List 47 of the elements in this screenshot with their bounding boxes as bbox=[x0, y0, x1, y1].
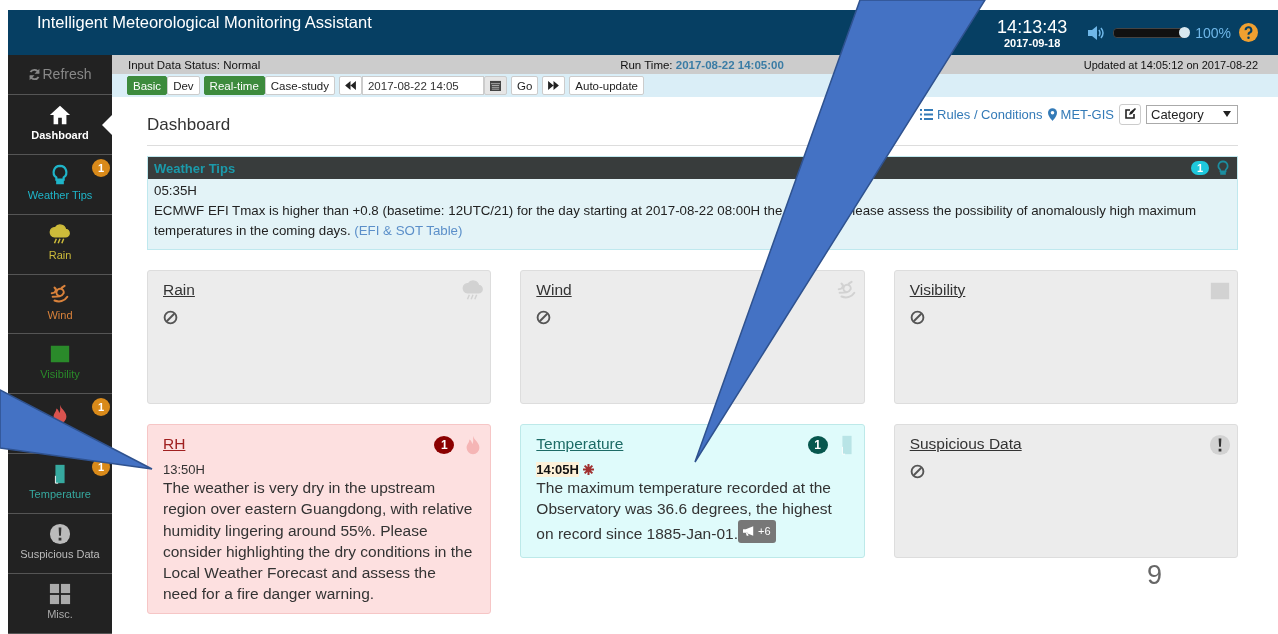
card-title[interactable]: Rain bbox=[163, 281, 195, 299]
rules-link[interactable]: Rules / Conditions bbox=[920, 106, 1043, 122]
nav-label: Temperature bbox=[29, 488, 91, 501]
input-status: Input Data Status: Normal bbox=[128, 58, 261, 71]
source-toggle[interactable]: Real-time bbox=[203, 76, 265, 95]
count-badge: 1 bbox=[92, 158, 110, 177]
entry-time: 13:50H bbox=[163, 462, 205, 477]
slide-number: 9 bbox=[1147, 560, 1163, 591]
card-title[interactable]: Visibility bbox=[909, 281, 966, 299]
clock-date: 2017-09-18 bbox=[1004, 36, 1061, 49]
nav-label: Dashboard bbox=[31, 128, 89, 141]
nav-label: Visibility bbox=[40, 368, 80, 381]
run-time-label: Run Time: bbox=[620, 58, 673, 71]
entry-text: The weather is very dry in the upstream region over eastern Guangdong, with relative humidity lingering around 55%. Please consider highlighting the dry conditions in the Local Weather Forecast and assess the need for a fire danger warning. bbox=[163, 478, 474, 605]
card-title[interactable]: Wind bbox=[536, 281, 572, 299]
source-toggle[interactable]: Case-study bbox=[264, 76, 335, 95]
auto-update-button[interactable]: Auto-update bbox=[569, 76, 644, 95]
entry-time: 14:05H bbox=[536, 462, 579, 477]
mode-toggle[interactable]: Dev bbox=[167, 76, 200, 95]
clock-time: 14:13:43 bbox=[997, 16, 1068, 37]
date-field[interactable]: 2017-08-22 14:05 bbox=[361, 76, 484, 95]
tip-text: ECMWF EFI Tmax is higher than +0.8 (basetime: 12UTC/21) for the day starting at 2017-08-22 08:00H the lease assess the possibility of anomalously high maximum temperatures in the coming days. (EFI & SOT Table) bbox=[154, 202, 1197, 240]
page-title: Dashboard bbox=[147, 115, 231, 135]
app-title: Intelligent Meteorological Monitoring Assistant bbox=[37, 13, 373, 32]
count-badge: 1 bbox=[434, 436, 455, 454]
nav-label: Rain bbox=[48, 248, 72, 261]
card-title[interactable]: Suspicious Data bbox=[909, 435, 1022, 453]
more-badge[interactable]: +6 bbox=[737, 519, 776, 543]
nav-label: Wind bbox=[47, 308, 73, 321]
tip-time: 05:35H bbox=[154, 182, 198, 200]
card-title[interactable]: Temperature bbox=[536, 435, 624, 453]
panel-title: Weather Tips bbox=[154, 160, 237, 176]
count-badge: 1 bbox=[1190, 161, 1209, 175]
run-time: 2017-08-22 14:05:00 bbox=[675, 58, 784, 71]
nav-label: Misc. bbox=[47, 608, 73, 621]
card-title[interactable]: RH bbox=[163, 435, 186, 453]
entry-text: The maximum temperature recorded at the Observatory was 36.6 degrees, the highest on record since 1885-Jan-01. +6 bbox=[536, 478, 833, 544]
mode-toggle[interactable]: Basic bbox=[127, 76, 168, 95]
nav-label: Suspicious Data bbox=[20, 548, 100, 561]
met-gis-link[interactable]: MET-GIS bbox=[1047, 106, 1114, 122]
category-select[interactable]: Category bbox=[1146, 104, 1238, 124]
count-badge: 1 bbox=[92, 398, 110, 417]
volume-reading: 100% bbox=[1195, 24, 1231, 41]
go-button[interactable]: Go bbox=[510, 76, 539, 95]
count-badge: 1 bbox=[807, 436, 828, 454]
updated-time: Updated at 14:05:12 on 2017-08-22 bbox=[1083, 58, 1258, 71]
nav-label: Weather Tips bbox=[27, 188, 93, 201]
